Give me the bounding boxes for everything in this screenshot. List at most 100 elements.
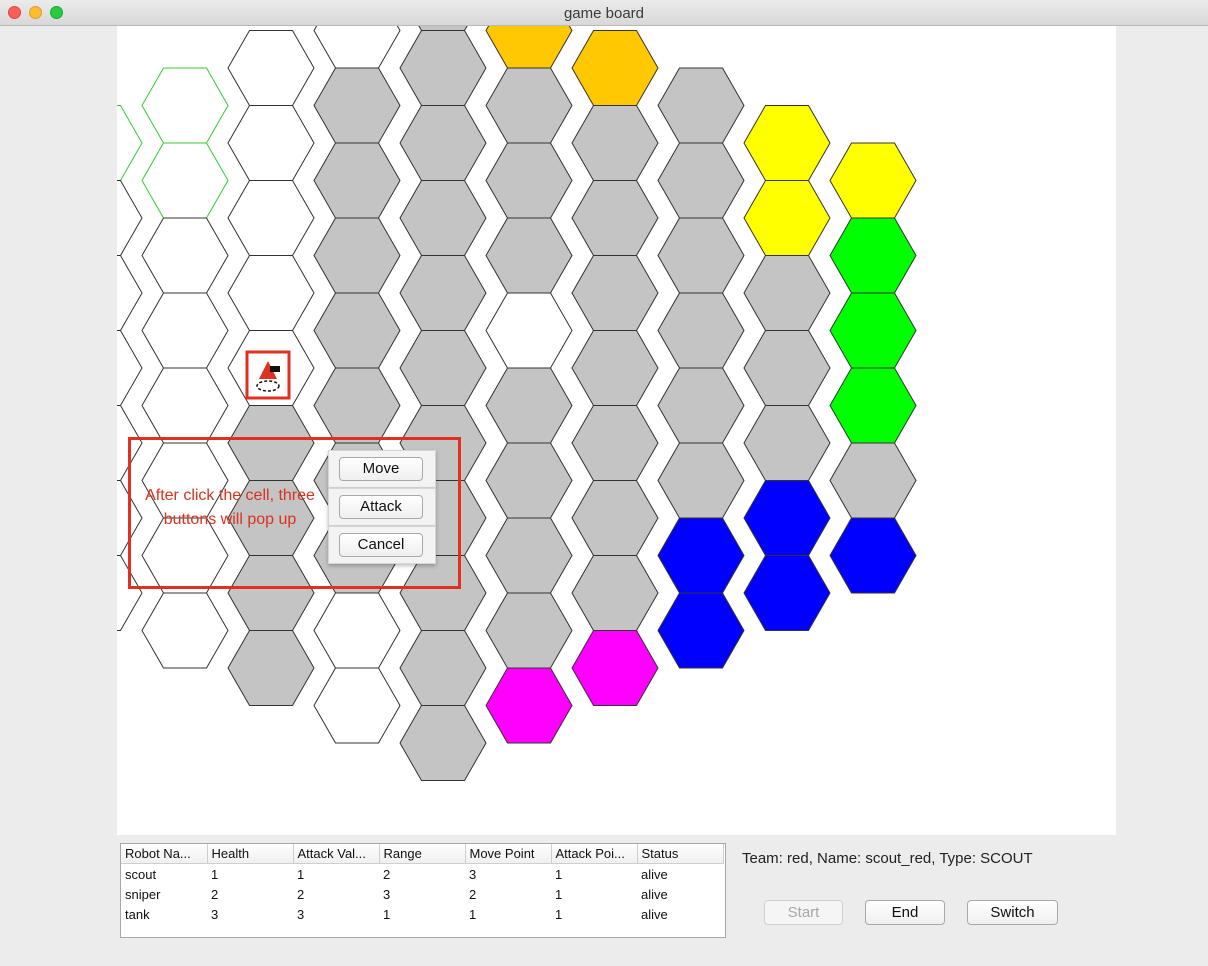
hex-cell[interactable] — [743, 555, 831, 631]
hex-cell[interactable] — [743, 330, 831, 406]
hex-cell[interactable] — [657, 442, 745, 519]
hex-cell[interactable] — [141, 142, 229, 219]
hex-cell[interactable] — [743, 405, 831, 481]
hex-cell[interactable] — [571, 255, 659, 331]
hex-cell[interactable] — [485, 217, 573, 294]
end-button[interactable]: End — [865, 900, 945, 925]
hex-cell[interactable] — [571, 405, 659, 481]
hex-cell[interactable] — [743, 255, 831, 331]
hex-cell[interactable] — [227, 180, 315, 256]
hex-cell[interactable] — [399, 705, 487, 781]
hex-cell[interactable] — [400, 26, 486, 31]
hex-cell[interactable] — [313, 67, 401, 144]
column-header-range[interactable]: Range — [379, 844, 466, 864]
hex-cell[interactable] — [313, 142, 401, 219]
hex-cell[interactable] — [657, 142, 745, 219]
scout-robot-icon[interactable] — [245, 350, 291, 400]
hex-cell[interactable] — [571, 105, 659, 181]
hex-cell[interactable] — [227, 105, 315, 181]
cell-move-point: 3 — [469, 866, 477, 882]
hex-cell[interactable] — [743, 480, 831, 556]
hex-cell[interactable] — [227, 630, 315, 706]
hex-cell[interactable] — [829, 292, 917, 369]
hex-cell[interactable] — [485, 142, 573, 219]
hex-cell[interactable] — [227, 30, 315, 106]
hex-cell[interactable] — [485, 292, 573, 369]
hex-cell[interactable] — [117, 105, 143, 181]
cancel-button[interactable]: Cancel — [339, 533, 423, 557]
hex-cell[interactable] — [571, 180, 659, 256]
hex-cell[interactable] — [657, 292, 745, 369]
hex-cell[interactable] — [313, 667, 401, 744]
table-row[interactable]: sniper 2 2 3 2 1 alive — [121, 884, 723, 904]
hex-cell[interactable] — [743, 180, 831, 256]
hex-cell[interactable] — [485, 517, 573, 594]
hex-cell[interactable] — [399, 180, 487, 256]
hex-cell[interactable] — [829, 517, 917, 594]
switch-button[interactable]: Switch — [967, 900, 1058, 925]
hex-cell[interactable] — [485, 367, 573, 444]
hex-cell[interactable] — [657, 517, 745, 594]
hex-cell[interactable] — [141, 592, 229, 669]
start-button[interactable]: Start — [764, 900, 843, 925]
table-row[interactable]: tank 3 3 1 1 1 alive — [121, 904, 723, 924]
hex-cell[interactable] — [571, 30, 659, 106]
column-header-attack-point[interactable]: Attack Poi... — [551, 844, 638, 864]
hex-cell[interactable] — [399, 30, 487, 106]
hex-cell[interactable] — [399, 630, 487, 706]
hex-cell[interactable] — [313, 26, 401, 69]
hex-cell[interactable] — [313, 367, 401, 444]
annotation-text: After click the cell, three buttons will… — [145, 487, 315, 528]
hex-cell[interactable] — [141, 292, 229, 369]
hex-cell[interactable] — [313, 592, 401, 669]
cell-range: 1 — [383, 906, 391, 922]
cell-status: alive — [641, 906, 668, 922]
hex-cell[interactable] — [485, 67, 573, 144]
column-header-move-point[interactable]: Move Point — [465, 844, 552, 864]
table-row[interactable]: scout 1 1 2 3 1 alive — [121, 864, 723, 885]
cell-attack-value: 3 — [297, 906, 305, 922]
hex-cell[interactable] — [829, 217, 917, 294]
hex-cell[interactable] — [657, 367, 745, 444]
hex-cell[interactable] — [485, 26, 573, 69]
hex-cell[interactable] — [117, 255, 143, 331]
cell-move-point: 2 — [469, 886, 477, 902]
hex-cell[interactable] — [829, 442, 917, 519]
hex-cell[interactable] — [117, 180, 143, 256]
attack-button[interactable]: Attack — [339, 495, 423, 519]
hex-cell[interactable] — [657, 217, 745, 294]
hex-cell[interactable] — [829, 142, 917, 219]
hex-cell[interactable] — [399, 105, 487, 181]
hex-cell[interactable] — [571, 480, 659, 556]
column-header-status[interactable]: Status — [637, 844, 724, 864]
hex-cell[interactable] — [485, 442, 573, 519]
cell-robot-name: sniper — [125, 886, 161, 902]
hex-cell[interactable] — [141, 217, 229, 294]
column-header-attack-value[interactable]: Attack Val... — [293, 844, 380, 864]
hex-cell[interactable] — [571, 630, 659, 706]
hex-cell[interactable] — [829, 367, 917, 444]
hex-cell[interactable] — [571, 555, 659, 631]
move-button[interactable]: Move — [339, 457, 423, 481]
hex-cell[interactable] — [141, 67, 229, 144]
column-header-robot-name[interactable]: Robot Na... — [121, 844, 208, 864]
hex-cell[interactable] — [227, 255, 315, 331]
hex-cell[interactable] — [657, 67, 745, 144]
cell-robot-name: scout — [125, 866, 157, 882]
hex-cell[interactable] — [743, 105, 831, 181]
column-header-health[interactable]: Health — [207, 844, 294, 864]
hex-cell[interactable] — [313, 292, 401, 369]
hex-cell[interactable] — [117, 330, 143, 406]
hex-cell[interactable] — [485, 667, 573, 744]
hex-cell[interactable] — [141, 367, 229, 444]
hex-cell[interactable] — [571, 330, 659, 406]
hex-cell[interactable] — [657, 592, 745, 669]
cell-attack-point: 1 — [555, 866, 563, 882]
hex-cell[interactable] — [399, 255, 487, 331]
cell-health: 2 — [211, 886, 219, 902]
hex-cell[interactable] — [399, 330, 487, 406]
cell-health: 3 — [211, 906, 219, 922]
robot-stats-table: Robot Na... Health Attack Val... Range M… — [121, 844, 724, 924]
hex-cell[interactable] — [485, 592, 573, 669]
hex-cell[interactable] — [313, 217, 401, 294]
